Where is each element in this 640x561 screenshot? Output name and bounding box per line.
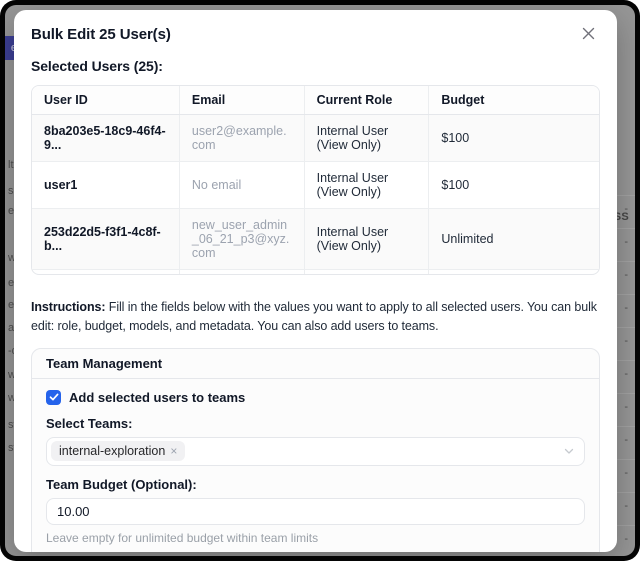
background-row-dash: -	[624, 269, 628, 281]
column-header: Email	[179, 86, 304, 115]
selected-users-table[interactable]: User IDEmailCurrent RoleBudget 8ba203e5-…	[31, 85, 600, 275]
add-users-to-teams-checkbox-row[interactable]: Add selected users to teams	[46, 390, 585, 405]
cell-budget: Unlimited	[429, 209, 599, 270]
background-row-dash: -	[624, 368, 628, 380]
selected-team-tag: internal-exploration ×	[51, 441, 185, 461]
cell-budget: $100	[429, 115, 599, 162]
background-row-dash: -	[624, 236, 628, 248]
background-fragment: lt	[8, 159, 14, 171]
teams-multiselect[interactable]: internal-exploration ×	[46, 437, 585, 466]
background-row-dash: -	[624, 500, 628, 512]
cell-email: No email	[179, 162, 304, 209]
instructions-label: Instructions:	[31, 300, 105, 314]
column-header: Budget	[429, 86, 599, 115]
selected-users-label: Selected Users (25):	[31, 58, 600, 74]
bulk-edit-modal: Bulk Edit 25 User(s) Selected Users (25)…	[14, 10, 617, 552]
window-frame: e ltseerweear-qwwstst SS ----------- Bul…	[0, 0, 640, 561]
cell-user-id: 8ba203e5-18c9-46f4-9...	[32, 115, 179, 162]
chevron-down-icon	[563, 445, 575, 457]
cell-role: Internal User (View Only)	[304, 115, 429, 162]
instructions-body: Fill in the fields below with the values…	[31, 300, 597, 333]
modal-header: Bulk Edit 25 User(s)	[31, 26, 600, 43]
checkbox-checked-icon[interactable]	[46, 390, 61, 405]
team-budget-input[interactable]	[46, 498, 585, 525]
column-header: User ID	[32, 86, 179, 115]
checkbox-label: Add selected users to teams	[69, 390, 245, 405]
background-row-dash: -	[624, 203, 628, 215]
table-header-row: User IDEmailCurrent RoleBudget	[32, 86, 599, 115]
modal-title: Bulk Edit 25 User(s)	[31, 26, 171, 43]
close-icon	[581, 26, 596, 41]
cell-email: inter	[179, 270, 304, 276]
cell-user-id: 5dbd2335-cdd6-47ca-b...	[32, 270, 179, 276]
table-row[interactable]: user1No emailInternal User (View Only)$1…	[32, 162, 599, 209]
team-management-title: Team Management	[32, 349, 599, 379]
cell-role: Internal User (View Only)	[304, 270, 429, 276]
team-management-body: Add selected users to teams Select Teams…	[32, 379, 599, 552]
background-row-dash: -	[624, 401, 628, 413]
background-row-dash: -	[624, 434, 628, 446]
table-row[interactable]: 5dbd2335-cdd6-47ca-b...interInternal Use…	[32, 270, 599, 276]
budget-helper-text: Leave empty for unlimited budget within …	[46, 531, 585, 545]
team-tag-label: internal-exploration	[59, 444, 165, 458]
background-row-dash: -	[624, 467, 628, 479]
select-teams-label: Select Teams:	[46, 416, 585, 431]
background-row-dash: -	[624, 302, 628, 314]
close-button[interactable]	[579, 24, 598, 43]
background-row-dash: -	[624, 335, 628, 347]
cell-budget: Unlimited	[429, 270, 599, 276]
column-header: Current Role	[304, 86, 429, 115]
cell-email: new_user_admin_06_21_p3@xyz.com	[179, 209, 304, 270]
cell-budget: $100	[429, 162, 599, 209]
cell-role: Internal User (View Only)	[304, 162, 429, 209]
cell-user-id: 253d22d5-f3f1-4c8f-b...	[32, 209, 179, 270]
cell-user-id: user1	[32, 162, 179, 209]
cell-role: Internal User (View Only)	[304, 209, 429, 270]
team-budget-label: Team Budget (Optional):	[46, 477, 585, 492]
instructions-text: Instructions: Fill in the fields below w…	[31, 298, 600, 337]
table-row[interactable]: 253d22d5-f3f1-4c8f-b...new_user_admin_06…	[32, 209, 599, 270]
background-row-dash: -	[624, 533, 628, 545]
table-row[interactable]: 8ba203e5-18c9-46f4-9...user2@example.com…	[32, 115, 599, 162]
cell-email: user2@example.com	[179, 115, 304, 162]
remove-tag-icon[interactable]: ×	[170, 444, 177, 458]
team-management-section: Team Management Add selected users to te…	[31, 348, 600, 552]
